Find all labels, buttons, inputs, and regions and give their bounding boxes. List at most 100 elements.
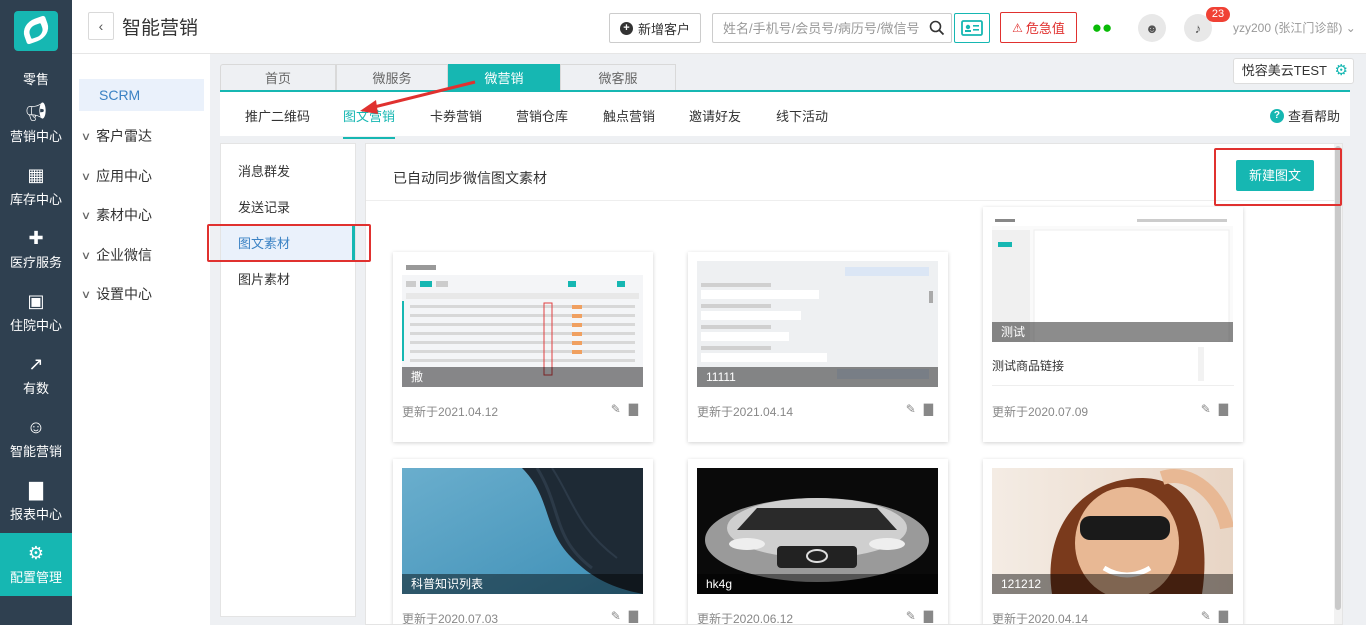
article-content: 已自动同步微信图文素材 新建图文 撒 更新于2021.04.12 ✎ ▇ 111… <box>365 143 1343 625</box>
chevron-down-icon: ⌄ <box>1345 21 1356 35</box>
tab-micro-customer-service[interactable]: 微客服 <box>560 64 676 90</box>
edit-icon[interactable]: ✎ <box>1201 402 1211 416</box>
nav-retail[interactable]: 零售 <box>0 62 72 92</box>
article-thumbnail: 11111 <box>697 261 938 387</box>
nav-youshu[interactable]: ↗ 有数 <box>0 344 72 407</box>
edit-icon[interactable]: ✎ <box>611 609 621 623</box>
help-label: 查看帮助 <box>1287 109 1340 124</box>
article-caption: 撒 <box>402 367 643 387</box>
group-icon[interactable]: ☻ <box>1138 14 1166 42</box>
card-actions: ✎ ▇ <box>898 402 933 416</box>
menu-send-records[interactable]: 发送记录 <box>221 190 355 226</box>
edit-icon[interactable]: ✎ <box>611 402 621 416</box>
subnav-item-customer-radar[interactable]: ∨ 客户雷达 <box>81 126 153 146</box>
tab-home[interactable]: 首页 <box>220 64 336 90</box>
subnav-item-enterprise-wechat[interactable]: ∨ 企业微信 <box>81 245 152 265</box>
trash-icon[interactable]: ▇ <box>924 609 933 623</box>
subtab-invite-friends[interactable]: 邀请好友 <box>689 106 741 125</box>
subnav-label: 客户雷达 <box>96 128 153 144</box>
main-area: 首页 微服务 微营销 微客服 悦容美云TEST ⚙ 推广二维码 图文营销 卡券营销… <box>210 54 1366 625</box>
article-date: 更新于2020.06.12 <box>697 612 794 625</box>
id-card-button[interactable] <box>954 13 990 43</box>
nav-label: 库存中心 <box>9 192 62 207</box>
subtab-offline-events[interactable]: 线下活动 <box>776 106 828 125</box>
divider <box>366 200 1334 201</box>
nav-inventory[interactable]: ▦ 库存中心 <box>0 155 72 218</box>
edit-icon[interactable]: ✎ <box>906 402 916 416</box>
back-button[interactable]: ‹ <box>88 12 114 40</box>
material-menu: 消息群发 发送记录 图文素材 图片素材 <box>220 143 356 617</box>
help-link[interactable]: ? 查看帮助 <box>1269 106 1340 125</box>
nav-label: 有数 <box>22 381 49 396</box>
subnav-item-app-center[interactable]: ∨ 应用中心 <box>80 166 152 186</box>
gear-icon[interactable]: ⚙ <box>1335 62 1348 80</box>
sub-item-thumbnail <box>1198 347 1204 381</box>
tenant-name: 悦容美云TEST <box>1241 63 1327 78</box>
nav-config[interactable]: ⚙ 配置管理 <box>0 533 72 596</box>
card-actions: ✎ ▇ <box>1193 609 1228 623</box>
article-date: 更新于2021.04.14 <box>697 405 794 419</box>
nav-smart-marketing[interactable]: ☺ 智能营销 <box>0 407 72 470</box>
article-caption: 测试 <box>992 322 1233 342</box>
grid-icon: ▦ <box>27 165 45 185</box>
trash-icon[interactable]: ▇ <box>1219 402 1228 416</box>
divider <box>992 385 1234 386</box>
megaphone-icon: 📢︎ <box>24 102 48 122</box>
critical-value-button[interactable]: ⚠ 危急值 <box>1000 12 1077 43</box>
article-thumbnail: hk4g <box>697 468 938 594</box>
search-icon[interactable] <box>929 20 945 36</box>
subtab-qrcode[interactable]: 推广二维码 <box>245 106 310 125</box>
scrm-item[interactable]: SCRM <box>79 79 204 111</box>
article-card[interactable]: 科普知识列表 更新于2020.07.03 ✎ ▇ <box>393 459 653 625</box>
nav-medical[interactable]: ✚ 医疗服务 <box>0 218 72 281</box>
search-input[interactable] <box>713 14 921 42</box>
subnav-item-settings-center[interactable]: ∨ 设置中心 <box>81 284 152 304</box>
trash-icon[interactable]: ▇ <box>924 402 933 416</box>
article-card[interactable]: 测试 测试商品链接 更新于2020.07.09 ✎ ▇ <box>983 207 1243 442</box>
card-actions: ✎ ▇ <box>603 402 638 416</box>
tenant-tag[interactable]: 悦容美云TEST ⚙ <box>1232 58 1354 84</box>
article-date: 更新于2020.07.03 <box>402 612 499 625</box>
arrow-annotation-icon <box>360 80 476 114</box>
article-card[interactable]: hk4g 更新于2020.06.12 ✎ ▇ <box>688 459 948 625</box>
plus-icon: + <box>619 21 633 35</box>
menu-mass-message[interactable]: 消息群发 <box>221 154 355 190</box>
highlight-box-new-article <box>1214 148 1342 206</box>
subnav-item-material-center[interactable]: ∨ 素材中心 <box>81 205 152 225</box>
content-scrollbar[interactable] <box>1334 144 1342 624</box>
new-customer-button[interactable]: + 新增客户 <box>609 13 701 43</box>
article-subtitle: 测试商品链接 <box>992 359 1065 373</box>
user-name: yzy200 (张江门诊部) <box>1233 21 1343 35</box>
nav-marketing-center[interactable]: 📢︎ 营销中心 <box>0 92 72 155</box>
scrollbar-thumb[interactable] <box>1335 146 1341 610</box>
tab-label: 首页 <box>264 71 291 86</box>
notification-badge: 23 <box>1206 7 1230 22</box>
user-menu[interactable]: yzy200 (张江门诊部) ⌄ <box>1233 19 1356 36</box>
article-thumbnail: 撒 <box>402 261 643 387</box>
edit-icon[interactable]: ✎ <box>906 609 916 623</box>
article-card[interactable]: 撒 更新于2021.04.12 ✎ ▇ <box>393 252 653 442</box>
question-icon: ? <box>1269 108 1284 123</box>
nav-inpatient[interactable]: ▣ 住院中心 <box>0 281 72 344</box>
bar-chart-icon: ▇ <box>29 480 43 500</box>
edit-icon[interactable]: ✎ <box>1201 609 1211 623</box>
nav-reports[interactable]: ▇ 报表中心 <box>0 470 72 533</box>
building-icon: ▣ <box>27 291 45 311</box>
article-thumbnail: 121212 <box>992 468 1233 594</box>
id-card-icon <box>961 20 983 36</box>
article-card[interactable]: 121212 更新于2020.04.14 ✎ ▇ <box>983 459 1243 624</box>
article-card[interactable]: 11111 更新于2021.04.14 ✎ ▇ <box>688 252 948 442</box>
trash-icon[interactable]: ▇ <box>629 609 638 623</box>
trash-icon[interactable]: ▇ <box>1219 609 1228 623</box>
article-caption: 11111 <box>697 367 938 387</box>
nav-label: 配置管理 <box>9 570 62 585</box>
subtab-marketing-warehouse[interactable]: 营销仓库 <box>516 106 568 125</box>
chevron-down-icon: ∨ <box>80 170 92 183</box>
app-logo[interactable] <box>0 0 72 62</box>
medical-kit-icon: ✚ <box>28 228 44 248</box>
trash-icon[interactable]: ▇ <box>629 402 638 416</box>
menu-image-materials[interactable]: 图片素材 <box>221 262 355 298</box>
subtab-touchpoint-marketing[interactable]: 触点营销 <box>603 106 655 125</box>
search-box <box>712 13 952 43</box>
wechat-icon[interactable]: ●● <box>1088 14 1116 42</box>
